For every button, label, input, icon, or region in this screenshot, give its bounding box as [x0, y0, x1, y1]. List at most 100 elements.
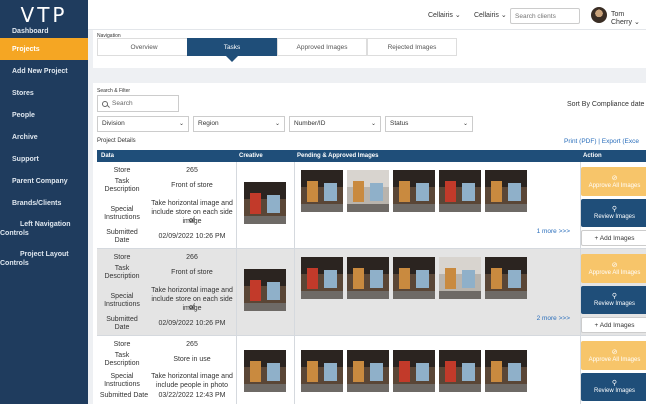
sidebar-item-label: Project Layout: [20, 251, 69, 258]
data-cell: Store 265 Task Description Front of stor…: [97, 162, 237, 248]
client-select-2[interactable]: Cellairis ⌄: [474, 11, 507, 19]
tab-tasks[interactable]: Tasks: [187, 38, 277, 56]
creative-image[interactable]: [244, 182, 286, 224]
approve-all-images-button[interactable]: ⊘ Approve All Images: [581, 254, 646, 283]
client-select-1[interactable]: Cellairis ⌄: [428, 11, 461, 19]
button-label: Approve All Images: [588, 269, 641, 276]
store-image[interactable]: [393, 350, 435, 392]
search-placeholder: Search: [112, 100, 133, 107]
task-value: Front of store: [171, 182, 213, 189]
approve-all-images-button[interactable]: ⊘ Approve All Images: [581, 341, 646, 370]
check-circle-icon: ⊘: [611, 261, 618, 269]
store-image[interactable]: [301, 257, 343, 299]
table-row: Store 266 Task Description Front of stor…: [97, 249, 646, 336]
sidebar-item-parent-company[interactable]: Parent Company: [0, 170, 88, 192]
button-label: Review Images: [593, 214, 635, 220]
topbar: Cellairis ⌄ Cellairis ⌄ Tom Cherry ⌄: [88, 0, 646, 30]
navigation-card: Navigation Overview Tasks Approved Image…: [93, 30, 646, 68]
review-images-button[interactable]: ⚲ Review Images: [581, 199, 646, 227]
store-image[interactable]: [347, 170, 389, 212]
chevron-down-icon: ⌄: [178, 121, 184, 127]
field-label: Description: [104, 360, 140, 367]
action-cell: ⊘ Approve All Images ⚲ Review Images + A…: [581, 162, 646, 248]
store-image[interactable]: [485, 170, 527, 212]
store-image[interactable]: [439, 170, 481, 212]
store-image[interactable]: [393, 170, 435, 212]
creative-image[interactable]: [244, 350, 286, 392]
instructions-line: Take horizontal image and: [151, 373, 233, 380]
sidebar-item-projects[interactable]: Projects: [0, 38, 88, 60]
creative-cell: [237, 249, 295, 335]
review-images-button[interactable]: ⚲ Review Images: [581, 373, 646, 401]
sidebar-item-support[interactable]: Support: [0, 148, 88, 170]
instructions-line: Take horizontal image and: [151, 287, 233, 294]
tab-approved-images[interactable]: Approved Images: [277, 38, 367, 56]
sidebar-item-brands-clients[interactable]: Brands/Clients: [0, 192, 88, 214]
field-label: Special: [110, 206, 134, 213]
store-image[interactable]: [485, 350, 527, 392]
tab-overview[interactable]: Overview: [97, 38, 191, 56]
field-label: Store: [113, 254, 131, 261]
division-dropdown[interactable]: Division ⌄: [97, 116, 189, 132]
search-clients-input[interactable]: [510, 8, 580, 24]
dropdown-label: Status: [390, 120, 409, 127]
add-images-button[interactable]: + Add Images: [581, 317, 646, 333]
more-images-link[interactable]: 2 more >>>: [537, 315, 570, 322]
field-label: Instructions: [104, 214, 140, 221]
store-image[interactable]: [347, 257, 389, 299]
field-label: Description: [104, 273, 140, 280]
store-image[interactable]: [439, 257, 481, 299]
review-images-button[interactable]: ⚲ Review Images: [581, 286, 646, 314]
field-label: Task: [114, 352, 130, 359]
store-image[interactable]: [485, 257, 527, 299]
more-images-link[interactable]: 1 more >>>: [537, 228, 570, 235]
task-value: Store in use: [173, 356, 211, 363]
submitted-value: 03/22/2022 12:43 PM: [158, 392, 226, 399]
submitted-value: 02/09/2022 10:26 PM: [158, 233, 226, 240]
header-creative: Creative: [239, 153, 263, 159]
sidebar-item-left-navigation-controls[interactable]: Left Navigation Controls: [0, 214, 88, 244]
sort-dropdown[interactable]: Sort By Compliance date ⌄: [567, 100, 646, 108]
sidebar-item-stores[interactable]: Stores: [0, 82, 88, 104]
store-value: 266: [186, 254, 198, 261]
search-icon: ⚲: [611, 380, 618, 387]
tab-rejected-images[interactable]: Rejected Images: [367, 38, 457, 56]
store-image[interactable]: [301, 350, 343, 392]
sidebar-item-people[interactable]: People: [0, 104, 88, 126]
search-filter-label: Search & Filter: [97, 88, 131, 94]
print-export-links[interactable]: Print (PDF) | Export (Exce: [564, 138, 639, 145]
project-details-card: Search & Filter Search Sort By Complianc…: [93, 83, 646, 404]
action-cell: ⊘ Approve All Images ⚲ Review Images + A…: [581, 249, 646, 335]
store-value: 265: [186, 167, 198, 174]
field-label: Submitted: [106, 316, 138, 323]
add-images-button[interactable]: + Add Images: [581, 230, 646, 246]
field-label: Special: [110, 373, 134, 380]
active-tab-indicator: [226, 56, 238, 62]
field-label: Task: [114, 178, 130, 185]
number-id-dropdown[interactable]: Number/ID ⌄: [289, 116, 381, 132]
status-dropdown[interactable]: Status ⌄: [385, 116, 473, 132]
sidebar-item-add-new-project[interactable]: Add New Project: [0, 60, 88, 82]
instructions-line: image: [182, 305, 202, 312]
approve-all-images-button[interactable]: ⊘ Approve All Images: [581, 167, 646, 196]
data-cell: Store 266 Task Description Front of stor…: [97, 249, 237, 335]
store-image[interactable]: [439, 350, 481, 392]
store-image[interactable]: [347, 350, 389, 392]
header-images: Pending & Approved Images: [297, 153, 379, 159]
sidebar-item-label: Left Navigation: [20, 221, 71, 228]
button-label: Approve All Images: [588, 182, 641, 189]
creative-image[interactable]: [244, 269, 286, 311]
dropdown-label: Division: [102, 120, 125, 127]
sidebar-item-archive[interactable]: Archive: [0, 126, 88, 148]
avatar[interactable]: [591, 7, 607, 23]
sidebar-item-project-layout-controls[interactable]: Project Layout Controls: [0, 244, 88, 274]
region-dropdown[interactable]: Region ⌄: [193, 116, 285, 132]
field-label: Special: [110, 293, 134, 300]
user-menu[interactable]: Tom Cherry ⌄: [611, 11, 646, 26]
store-image[interactable]: [393, 257, 435, 299]
store-image[interactable]: [301, 170, 343, 212]
images-cell: 1 more >>>: [295, 162, 581, 248]
button-label: Review Images: [593, 388, 635, 394]
field-label: Submitted: [106, 229, 138, 236]
search-input[interactable]: Search: [97, 95, 179, 112]
